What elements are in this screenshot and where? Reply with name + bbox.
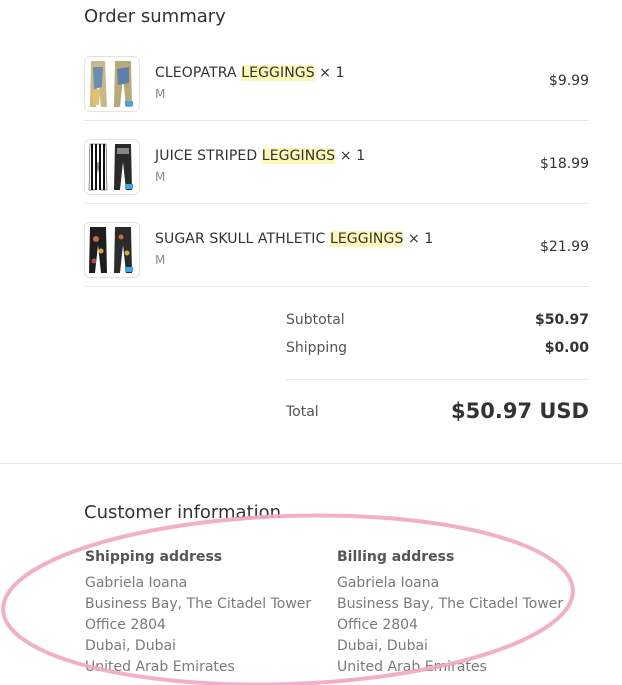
product-name: SUGAR SKULL ATHLETIC LEGGINGS × 1	[155, 231, 434, 247]
address-line: United Arab Emirates	[85, 659, 235, 675]
product-row-cleopatra: CLEOPATRA LEGGINGS × 1 M $9.99	[84, 37, 589, 121]
address-line: Business Bay, The Citadel Tower	[85, 596, 312, 612]
product-price: $18.99	[540, 156, 589, 172]
product-name: CLEOPATRA LEGGINGS × 1	[155, 65, 345, 81]
address-line: United Arab Emirates	[337, 659, 487, 675]
shipping-value: $0.00	[544, 340, 589, 356]
total-label: Total	[286, 404, 319, 420]
product-price: $9.99	[548, 73, 589, 89]
shipping-address-heading: Shipping address	[85, 549, 223, 565]
product-variant: M	[155, 170, 166, 184]
address-line: Office 2804	[85, 617, 166, 633]
product-row-juice-striped: JUICE STRIPED LEGGINGS × 1 M $18.99	[84, 120, 589, 204]
address-line: Business Bay, The Citadel Tower	[337, 596, 564, 612]
product-price: $21.99	[540, 239, 589, 255]
product-thumbnail	[84, 222, 140, 278]
product-thumbnail	[84, 139, 140, 195]
billing-address-block: Billing address Gabriela Ioana Business …	[337, 549, 563, 678]
product-variant: M	[155, 253, 166, 267]
address-line: Dubai, Dubai	[337, 638, 428, 654]
order-summary-title: Order summary	[84, 6, 226, 27]
address-line: Office 2804	[337, 617, 418, 633]
product-variant: M	[155, 87, 166, 101]
customer-information-title: Customer information	[84, 502, 282, 523]
shipping-address-block: Shipping address Gabriela Ioana Business…	[85, 549, 311, 678]
billing-address-heading: Billing address	[337, 549, 455, 565]
address-line: Dubai, Dubai	[85, 638, 176, 654]
subtotal-label: Subtotal	[286, 312, 345, 328]
search-highlight: LEGGINGS	[241, 65, 315, 81]
total-value: $50.97 USD	[451, 399, 589, 423]
product-name: JUICE STRIPED LEGGINGS × 1	[155, 148, 366, 164]
address-line: Gabriela Ioana	[337, 575, 440, 591]
product-row-sugar-skull: SUGAR SKULL ATHLETIC LEGGINGS × 1 M $21.…	[84, 203, 589, 287]
search-highlight: LEGGINGS	[261, 148, 336, 164]
address-line: Gabriela Ioana	[85, 575, 188, 591]
search-highlight: LEGGINGS	[329, 231, 404, 247]
totals-divider	[286, 379, 589, 380]
section-divider	[0, 463, 622, 464]
subtotal-value: $50.97	[534, 312, 589, 328]
product-thumbnail	[84, 56, 140, 112]
shipping-label: Shipping	[286, 340, 348, 356]
